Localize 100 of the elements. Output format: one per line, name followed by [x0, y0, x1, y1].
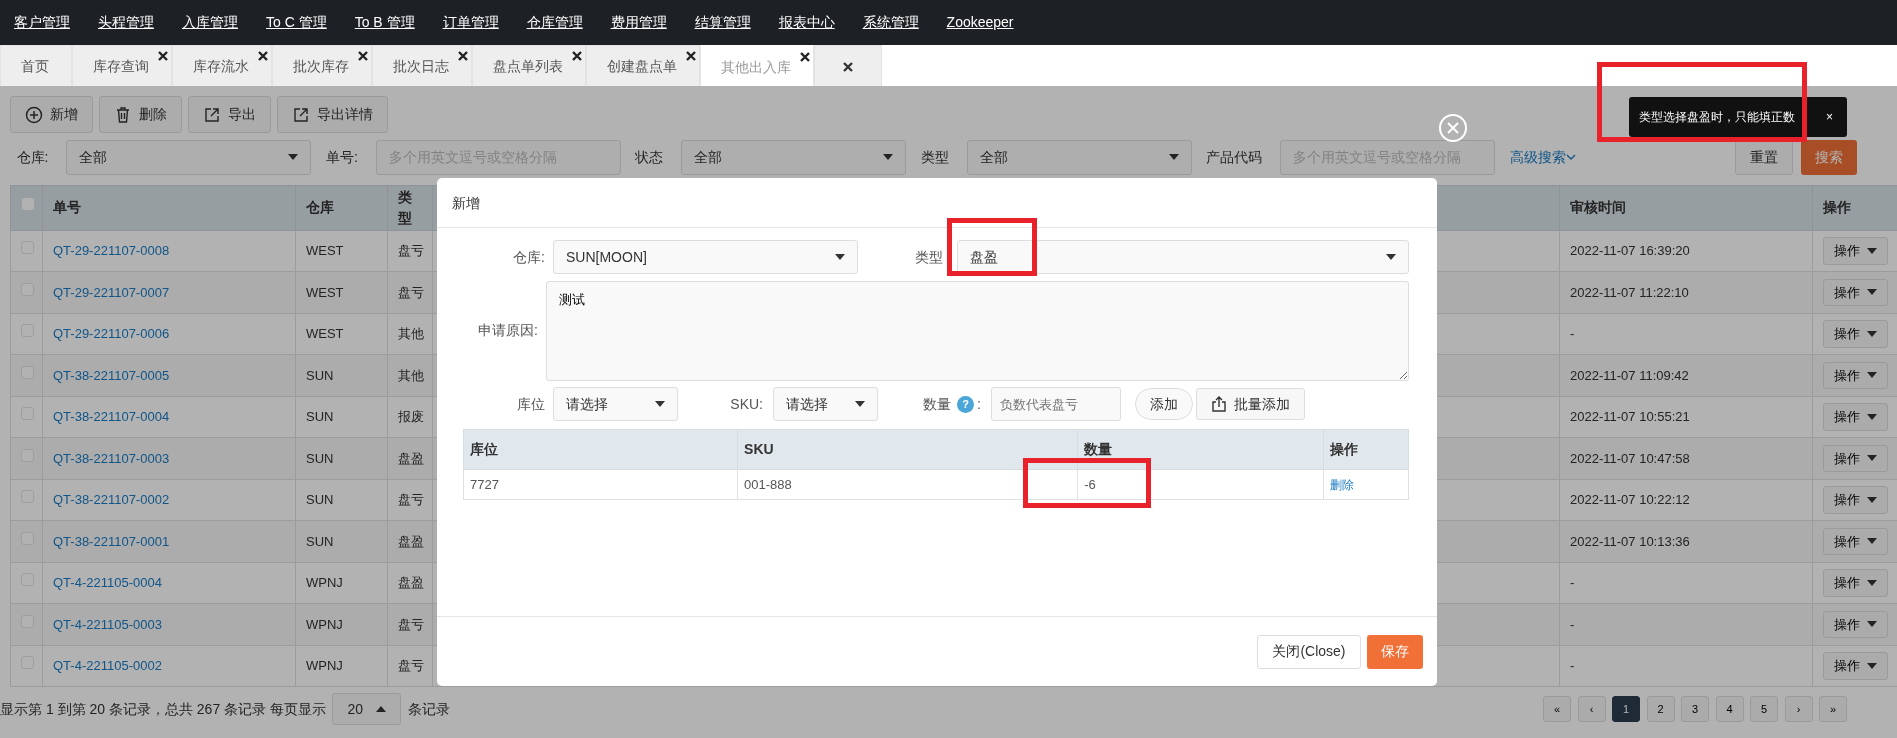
table-cell: WEST — [295, 230, 388, 272]
select-field[interactable]: 请选择 — [773, 387, 878, 421]
nav-menu-item[interactable]: 系统管理 — [848, 0, 933, 45]
add-button[interactable]: 添加 — [1134, 388, 1193, 420]
page-button[interactable]: » — [1819, 696, 1847, 722]
action-dropdown-button[interactable]: 操作 — [1823, 527, 1888, 555]
order-number-link[interactable]: QT-38-221107-0002 — [53, 492, 170, 507]
order-number-link[interactable]: QT-29-221107-0008 — [53, 243, 170, 258]
nav-menu-item[interactable]: 结算管理 — [680, 0, 765, 45]
nav-menu-item[interactable]: 头程管理 — [84, 0, 168, 45]
select-field[interactable]: SUN[MOON] — [553, 240, 858, 274]
field-label: : — [977, 394, 981, 414]
action-dropdown-button[interactable]: 操作 — [1823, 361, 1888, 389]
page-button[interactable]: 2 — [1646, 696, 1675, 722]
toolbar-button[interactable]: 导出详情 — [277, 96, 388, 133]
table-cell: 2022-11-07 10:47:58 — [1559, 437, 1813, 479]
table-cell: 7727 — [463, 469, 738, 500]
page-button[interactable]: ‹ — [1577, 696, 1606, 722]
row-checkbox[interactable] — [21, 197, 35, 211]
toast-close-button[interactable]: × — [1822, 108, 1837, 126]
page-tab[interactable]: 创建盘点单 — [586, 45, 700, 86]
help-icon: ? — [957, 395, 974, 413]
modal-close-button[interactable] — [1439, 114, 1467, 142]
page-tab[interactable]: 库存流水 — [172, 45, 272, 86]
nav-menu-item[interactable]: To B 管理 — [340, 0, 429, 45]
page-button[interactable]: 4 — [1715, 696, 1744, 722]
action-dropdown-button[interactable]: 操作 — [1823, 444, 1888, 472]
caret-icon — [1866, 330, 1877, 337]
nav-menu-item[interactable]: 费用管理 — [596, 0, 681, 45]
table-cell: SUN — [295, 520, 388, 562]
nav-menu-item[interactable]: 入库管理 — [168, 0, 252, 45]
action-dropdown-button[interactable]: 操作 — [1823, 486, 1888, 514]
nav-menu-item[interactable]: 报表中心 — [764, 0, 849, 45]
filter-select[interactable]: 全部 — [966, 139, 1192, 175]
delete-link[interactable]: 删除 — [1329, 477, 1354, 492]
action-dropdown-button[interactable]: 操作 — [1823, 320, 1888, 348]
field-label: 类型 — [914, 247, 943, 267]
reason-textarea[interactable]: 测试 — [545, 280, 1409, 381]
caret-icon — [1866, 579, 1877, 586]
toast-message: 类型选择盘盈时，只能填正数 — [1639, 109, 1795, 126]
action-dropdown-button[interactable]: 操作 — [1823, 569, 1888, 597]
pagination-summary: 显示第 1 到第 20 条记录，总共 267 条记录 每页显示 — [0, 699, 326, 719]
batch-add-button[interactable]: 批量添加 — [1196, 388, 1305, 420]
page-tab[interactable]: 批次日志 — [372, 45, 472, 86]
table-cell: WEST — [295, 271, 388, 313]
page-size-select[interactable]: 20 — [332, 693, 402, 725]
toolbar-button[interactable]: 新增 — [10, 96, 93, 133]
table-cell: SUN — [295, 396, 388, 438]
nav-menu-item[interactable]: To C 管理 — [252, 0, 341, 45]
order-number-link[interactable]: QT-4-221105-0003 — [53, 616, 162, 632]
quantity-input[interactable]: 负数代表盘亏 — [990, 387, 1121, 421]
close-icon — [800, 52, 810, 62]
filter-select[interactable]: 全部 — [66, 139, 312, 175]
close-all-tab[interactable] — [814, 45, 882, 86]
order-number-link[interactable]: QT-29-221107-0006 — [53, 326, 170, 341]
column-header: 单号 — [42, 185, 296, 230]
page-tab[interactable]: 首页 — [0, 45, 72, 86]
order-number-link[interactable]: QT-38-221107-0001 — [53, 533, 170, 549]
order-number-link[interactable]: QT-38-221107-0003 — [53, 450, 170, 466]
toolbar-button[interactable]: 删除 — [99, 96, 182, 133]
select-field[interactable]: 请选择 — [553, 387, 678, 421]
page-tab[interactable]: 盘点单列表 — [472, 45, 586, 86]
filter-label: 类型 — [920, 147, 949, 167]
action-dropdown-button[interactable]: 操作 — [1823, 610, 1888, 638]
table-cell: 盘盈 — [387, 562, 433, 604]
close-icon — [686, 51, 696, 61]
action-dropdown-button[interactable]: 操作 — [1823, 403, 1888, 431]
nav-menu-item[interactable]: Zookeeper — [932, 0, 1028, 45]
order-number-link[interactable]: QT-38-221107-0005 — [53, 367, 170, 383]
page-button[interactable]: 3 — [1681, 696, 1709, 722]
page-tab[interactable]: 库存查询 — [72, 45, 172, 86]
order-number-link[interactable]: QT-38-221107-0004 — [53, 409, 170, 424]
caret-icon — [1866, 247, 1877, 254]
page-button[interactable]: › — [1784, 696, 1813, 722]
advanced-search-link[interactable]: 高级搜索 — [1509, 146, 1576, 168]
caret-icon — [883, 154, 894, 160]
action-dropdown-button[interactable]: 操作 — [1823, 652, 1888, 680]
nav-menu-item[interactable]: 仓库管理 — [512, 0, 597, 45]
nav-menu-item[interactable]: 客户管理 — [0, 0, 84, 45]
chevron-down-icon — [1565, 153, 1576, 161]
table-cell: WPNJ — [295, 603, 388, 645]
field-label: SKU: — [729, 394, 763, 414]
toolbar-button[interactable]: 导出 — [188, 96, 271, 133]
table-cell: 盘盈 — [387, 520, 433, 562]
page-button[interactable]: 1 — [1612, 696, 1640, 722]
table-cell: WPNJ — [295, 645, 388, 687]
order-number-link[interactable]: QT-4-221105-0002 — [53, 658, 162, 673]
close-button[interactable]: 关闭(Close) — [1257, 634, 1361, 669]
filter-select[interactable]: 全部 — [681, 139, 907, 175]
order-number-link[interactable]: QT-4-221105-0004 — [53, 575, 162, 590]
page-button[interactable]: « — [1543, 696, 1571, 722]
page-tab[interactable]: 批次库存 — [272, 45, 372, 86]
action-dropdown-button[interactable]: 操作 — [1823, 278, 1888, 306]
select-field[interactable]: 盘盈 — [957, 240, 1409, 274]
table-cell: 2022-11-07 10:13:36 — [1559, 520, 1813, 562]
page-button[interactable]: 5 — [1750, 696, 1778, 722]
order-number-link[interactable]: QT-29-221107-0007 — [53, 284, 170, 300]
action-dropdown-button[interactable]: 操作 — [1823, 237, 1888, 265]
nav-menu-item[interactable]: 订单管理 — [428, 0, 513, 45]
table-cell: 其他 — [387, 313, 433, 355]
